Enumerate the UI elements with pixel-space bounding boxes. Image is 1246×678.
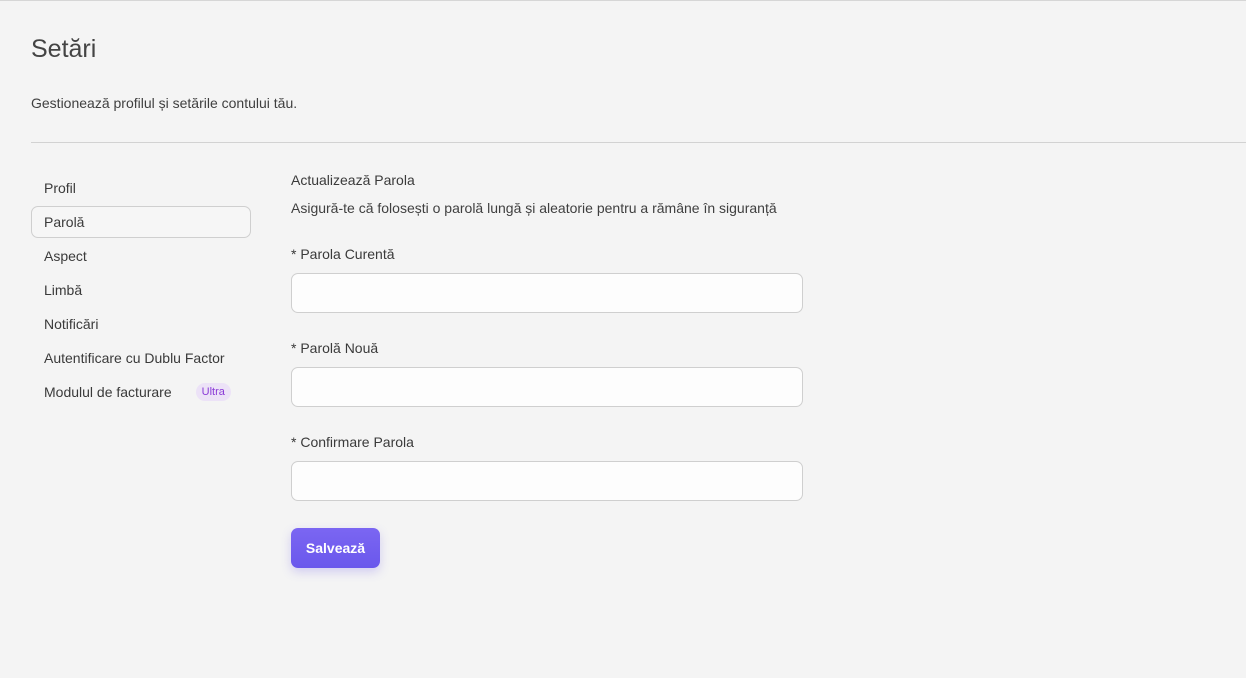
sidebar-item-profil[interactable]: Profil <box>31 172 251 204</box>
sidebar-item-label: Profil <box>44 180 76 196</box>
sidebar-item-label: Limbă <box>44 282 83 298</box>
section-title: Actualizează Parola <box>291 172 415 188</box>
page-title: Setări <box>31 35 97 63</box>
ultra-badge: Ultra <box>195 383 231 401</box>
current-password-field-group: * Parola Curentă <box>291 245 803 313</box>
current-password-label: * Parola Curentă <box>291 246 395 262</box>
new-password-input[interactable] <box>291 367 803 407</box>
sidebar-item-label: Autentificare cu Dublu Factor <box>44 350 225 366</box>
sidebar-item-label: Aspect <box>44 248 87 264</box>
sidebar-item-facturare[interactable]: Modulul de facturare Ultra <box>31 376 251 408</box>
sidebar-item-label: Modulul de facturare <box>44 384 172 400</box>
confirm-password-input[interactable] <box>291 461 803 501</box>
header-divider <box>31 142 1246 143</box>
new-password-label: * Parolă Nouă <box>291 340 379 356</box>
settings-sidebar: Profil Parolă Aspect Limbă Notificări Au… <box>31 172 251 410</box>
save-button[interactable]: Salvează <box>291 528 380 568</box>
sidebar-item-aspect[interactable]: Aspect <box>31 240 251 272</box>
section-description: Asigură-te că folosești o parolă lungă ș… <box>291 200 777 216</box>
sidebar-item-2fa[interactable]: Autentificare cu Dublu Factor <box>31 342 251 374</box>
confirm-password-field-group: * Confirmare Parola <box>291 433 803 501</box>
page-subtitle: Gestionează profilul și setările contulu… <box>31 95 298 111</box>
sidebar-item-label: Parolă <box>44 214 85 230</box>
new-password-field-group: * Parolă Nouă <box>291 339 803 407</box>
sidebar-item-parola[interactable]: Parolă <box>31 206 251 238</box>
sidebar-item-label: Notificări <box>44 316 99 332</box>
password-panel: Actualizează Parola Asigură-te că folose… <box>291 171 803 501</box>
sidebar-item-notificari[interactable]: Notificări <box>31 308 251 340</box>
sidebar-item-limba[interactable]: Limbă <box>31 274 251 306</box>
confirm-password-label: * Confirmare Parola <box>291 434 414 450</box>
current-password-input[interactable] <box>291 273 803 313</box>
